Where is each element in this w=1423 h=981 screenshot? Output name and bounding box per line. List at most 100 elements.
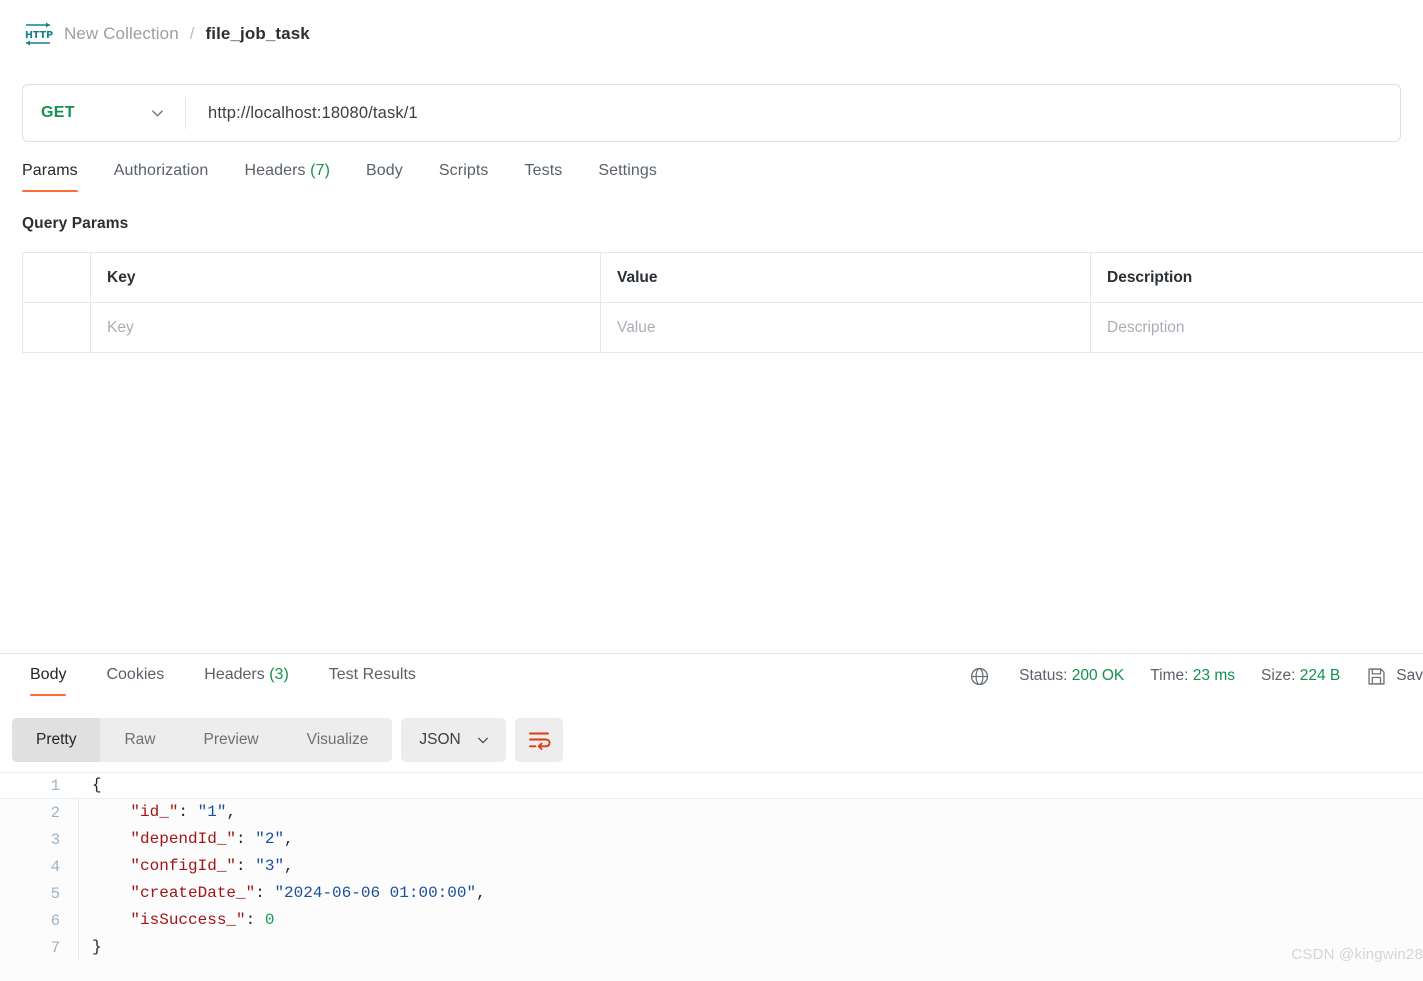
breadcrumb-separator: / bbox=[189, 24, 195, 43]
code-line: 6 "isSuccess_": 0 bbox=[0, 907, 1423, 934]
column-header-description: Description bbox=[1090, 252, 1423, 303]
query-params-table: Key Value Description Key Value Descript… bbox=[22, 252, 1423, 353]
tab-params[interactable]: Params bbox=[22, 158, 78, 192]
response-tab-cookies-label: Cookies bbox=[106, 666, 165, 683]
tab-scripts[interactable]: Scripts bbox=[439, 158, 489, 192]
chevron-down-icon bbox=[477, 737, 488, 744]
code-token: : bbox=[255, 884, 275, 902]
response-status-bar: Status: 200 OK Time: 23 ms Size: 224 B S… bbox=[969, 662, 1423, 690]
code-token: 0 bbox=[264, 911, 275, 929]
response-section-divider bbox=[0, 653, 1423, 654]
code-token: "isSuccess_" bbox=[130, 911, 246, 929]
http-protocol-icon: HTTP bbox=[25, 22, 53, 46]
status-label: Status: bbox=[1019, 667, 1068, 684]
column-header-value: Value bbox=[600, 252, 1091, 303]
code-token: "createDate_" bbox=[130, 884, 256, 902]
tab-headers-count: (7) bbox=[310, 162, 331, 179]
code-token: { bbox=[92, 776, 102, 794]
wrap-text-icon bbox=[528, 732, 551, 750]
size-value: 224 B bbox=[1299, 667, 1341, 684]
chevron-down-icon bbox=[152, 110, 163, 117]
code-token: : bbox=[178, 803, 198, 821]
response-tab-headers[interactable]: Headers (3) bbox=[204, 662, 289, 696]
tab-params-label: Params bbox=[22, 162, 78, 179]
request-url-input[interactable] bbox=[186, 103, 1400, 123]
response-body-code-viewer[interactable]: 1{2 "id_": "1", 3 "dependId_": "2", 4 "con… bbox=[0, 772, 1423, 981]
response-view-mode-group: Pretty Raw Preview Visualize bbox=[12, 718, 393, 762]
code-line-content[interactable]: "isSuccess_": 0 bbox=[78, 907, 1423, 934]
size-label: Size: bbox=[1260, 667, 1296, 684]
view-mode-pretty[interactable]: Pretty bbox=[12, 718, 101, 762]
view-mode-preview[interactable]: Preview bbox=[180, 718, 283, 762]
tab-body[interactable]: Body bbox=[366, 158, 403, 192]
code-token: : bbox=[236, 830, 256, 848]
svg-text:HTTP: HTTP bbox=[25, 30, 53, 41]
code-line: 7} bbox=[0, 934, 1423, 961]
code-token: , bbox=[284, 830, 294, 848]
row-value-input[interactable]: Value bbox=[600, 302, 1091, 353]
response-format-label: JSON bbox=[419, 731, 461, 748]
code-token: , bbox=[476, 884, 486, 902]
breadcrumb: HTTP New Collection / file_job_task bbox=[0, 0, 1423, 68]
save-response-button[interactable]: Sav bbox=[1366, 666, 1423, 687]
code-token: "2" bbox=[255, 830, 285, 848]
tab-headers-label: Headers bbox=[244, 162, 306, 179]
table-row[interactable]: Key Value Description bbox=[22, 302, 1423, 353]
code-line: 5 "createDate_": "2024-06-06 01:00:00", bbox=[0, 880, 1423, 907]
code-line-content[interactable]: { bbox=[78, 772, 1423, 799]
tab-headers[interactable]: Headers (7) bbox=[244, 158, 330, 192]
column-header-checkbox bbox=[22, 252, 91, 303]
status-badge: Status: 200 OK bbox=[1019, 667, 1124, 685]
view-mode-raw[interactable]: Raw bbox=[100, 718, 179, 762]
tab-scripts-label: Scripts bbox=[438, 162, 489, 179]
code-line-number: 3 bbox=[50, 830, 60, 849]
code-line-number: 1 bbox=[50, 776, 60, 795]
tab-authorization[interactable]: Authorization bbox=[114, 158, 209, 192]
code-line: 3 "dependId_": "2", bbox=[0, 826, 1423, 853]
code-line-content[interactable]: "createDate_": "2024-06-06 01:00:00", bbox=[78, 880, 1423, 907]
tab-settings-label: Settings bbox=[598, 162, 657, 179]
column-header-key: Key bbox=[90, 252, 601, 303]
code-token: "dependId_" bbox=[130, 830, 237, 848]
row-description-input[interactable]: Description bbox=[1090, 302, 1423, 353]
request-url-bar: GET bbox=[22, 84, 1401, 142]
response-tab-headers-count: (3) bbox=[269, 666, 289, 683]
wrap-text-button[interactable] bbox=[514, 718, 563, 762]
response-tab-test-results[interactable]: Test Results bbox=[329, 662, 416, 696]
response-tab-cookies[interactable]: Cookies bbox=[106, 662, 164, 696]
row-key-input[interactable]: Key bbox=[90, 302, 601, 353]
response-tab-body-label: Body bbox=[30, 666, 67, 683]
breadcrumb-current-request[interactable]: file_job_task bbox=[206, 24, 310, 44]
response-tab-body[interactable]: Body bbox=[30, 662, 67, 696]
time-label: Time: bbox=[1150, 667, 1189, 684]
code-token: } bbox=[92, 938, 102, 956]
query-params-title: Query Params bbox=[22, 215, 129, 232]
response-format-selector[interactable]: JSON bbox=[401, 718, 506, 762]
code-line-content[interactable]: "configId_": "3", bbox=[78, 853, 1423, 880]
code-line-content[interactable]: "id_": "1", bbox=[78, 799, 1423, 826]
code-token: "1" bbox=[197, 803, 227, 821]
response-tab-test-results-label: Test Results bbox=[328, 666, 416, 683]
code-line: 1{ bbox=[0, 772, 1423, 799]
tab-tests[interactable]: Tests bbox=[525, 158, 563, 192]
row-checkbox-cell[interactable] bbox=[22, 302, 91, 353]
code-token: , bbox=[226, 803, 237, 821]
globe-icon[interactable] bbox=[969, 666, 990, 687]
view-mode-visualize[interactable]: Visualize bbox=[283, 718, 393, 762]
code-token: "3" bbox=[255, 857, 285, 875]
breadcrumb-collection[interactable]: New Collection bbox=[64, 24, 179, 44]
code-token: "id_" bbox=[130, 803, 179, 821]
code-token: , bbox=[284, 857, 294, 875]
code-line: 4 "configId_": "3", bbox=[0, 853, 1423, 880]
request-tabs: Params Authorization Headers (7) Body Sc… bbox=[22, 158, 657, 192]
tab-settings[interactable]: Settings bbox=[598, 158, 657, 192]
http-method-label: GET bbox=[41, 104, 75, 121]
code-line-number: 2 bbox=[50, 803, 60, 822]
save-floppy-icon bbox=[1368, 667, 1385, 685]
code-line-content[interactable]: "dependId_": "2", bbox=[78, 826, 1423, 853]
code-line-content[interactable]: } bbox=[78, 934, 1423, 961]
http-method-selector[interactable]: GET bbox=[23, 85, 185, 141]
